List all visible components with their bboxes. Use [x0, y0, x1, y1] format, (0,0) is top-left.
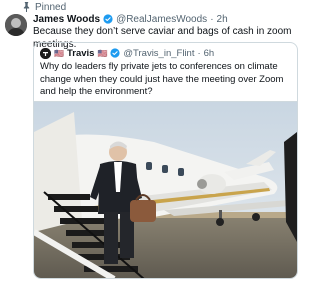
separator-dot: · — [210, 13, 214, 25]
us-flag-icon: 🇺🇸 — [97, 48, 108, 58]
quoted-avatar-image — [40, 47, 51, 59]
quoted-tweet-photo[interactable] — [34, 101, 297, 278]
verified-badge-icon — [103, 14, 113, 24]
private-jet-photo — [34, 102, 297, 278]
quoted-tweet-header: 🇺🇸 Travis 🇺🇸 @Travis_in_Flint · 6h — [40, 46, 291, 60]
author-avatar[interactable] — [5, 14, 27, 36]
quoted-author-avatar[interactable] — [40, 47, 51, 59]
quoted-author-handle[interactable]: @Travis_in_Flint — [123, 48, 194, 59]
us-flag-icon: 🇺🇸 — [54, 48, 64, 58]
quoted-tweet-text: Why do leaders fly private jets to confe… — [40, 61, 284, 97]
tweet-timestamp[interactable]: 2h — [217, 14, 228, 25]
pinned-text: Pinned — [35, 1, 67, 13]
pin-icon — [23, 2, 30, 12]
tweet-header: James Woods @RealJamesWoods · 2h — [33, 12, 296, 26]
author-name[interactable]: James Woods — [33, 14, 100, 25]
avatar-image — [5, 14, 27, 36]
separator-dot: · — [197, 47, 201, 59]
author-handle[interactable]: @RealJamesWoods — [116, 14, 207, 25]
quoted-author-name[interactable]: Travis — [67, 48, 94, 59]
quoted-tweet-timestamp[interactable]: 6h — [204, 48, 215, 59]
quoted-tweet-card[interactable]: 🇺🇸 Travis 🇺🇸 @Travis_in_Flint · 6h Why d… — [33, 42, 298, 279]
verified-badge-icon — [110, 48, 120, 58]
